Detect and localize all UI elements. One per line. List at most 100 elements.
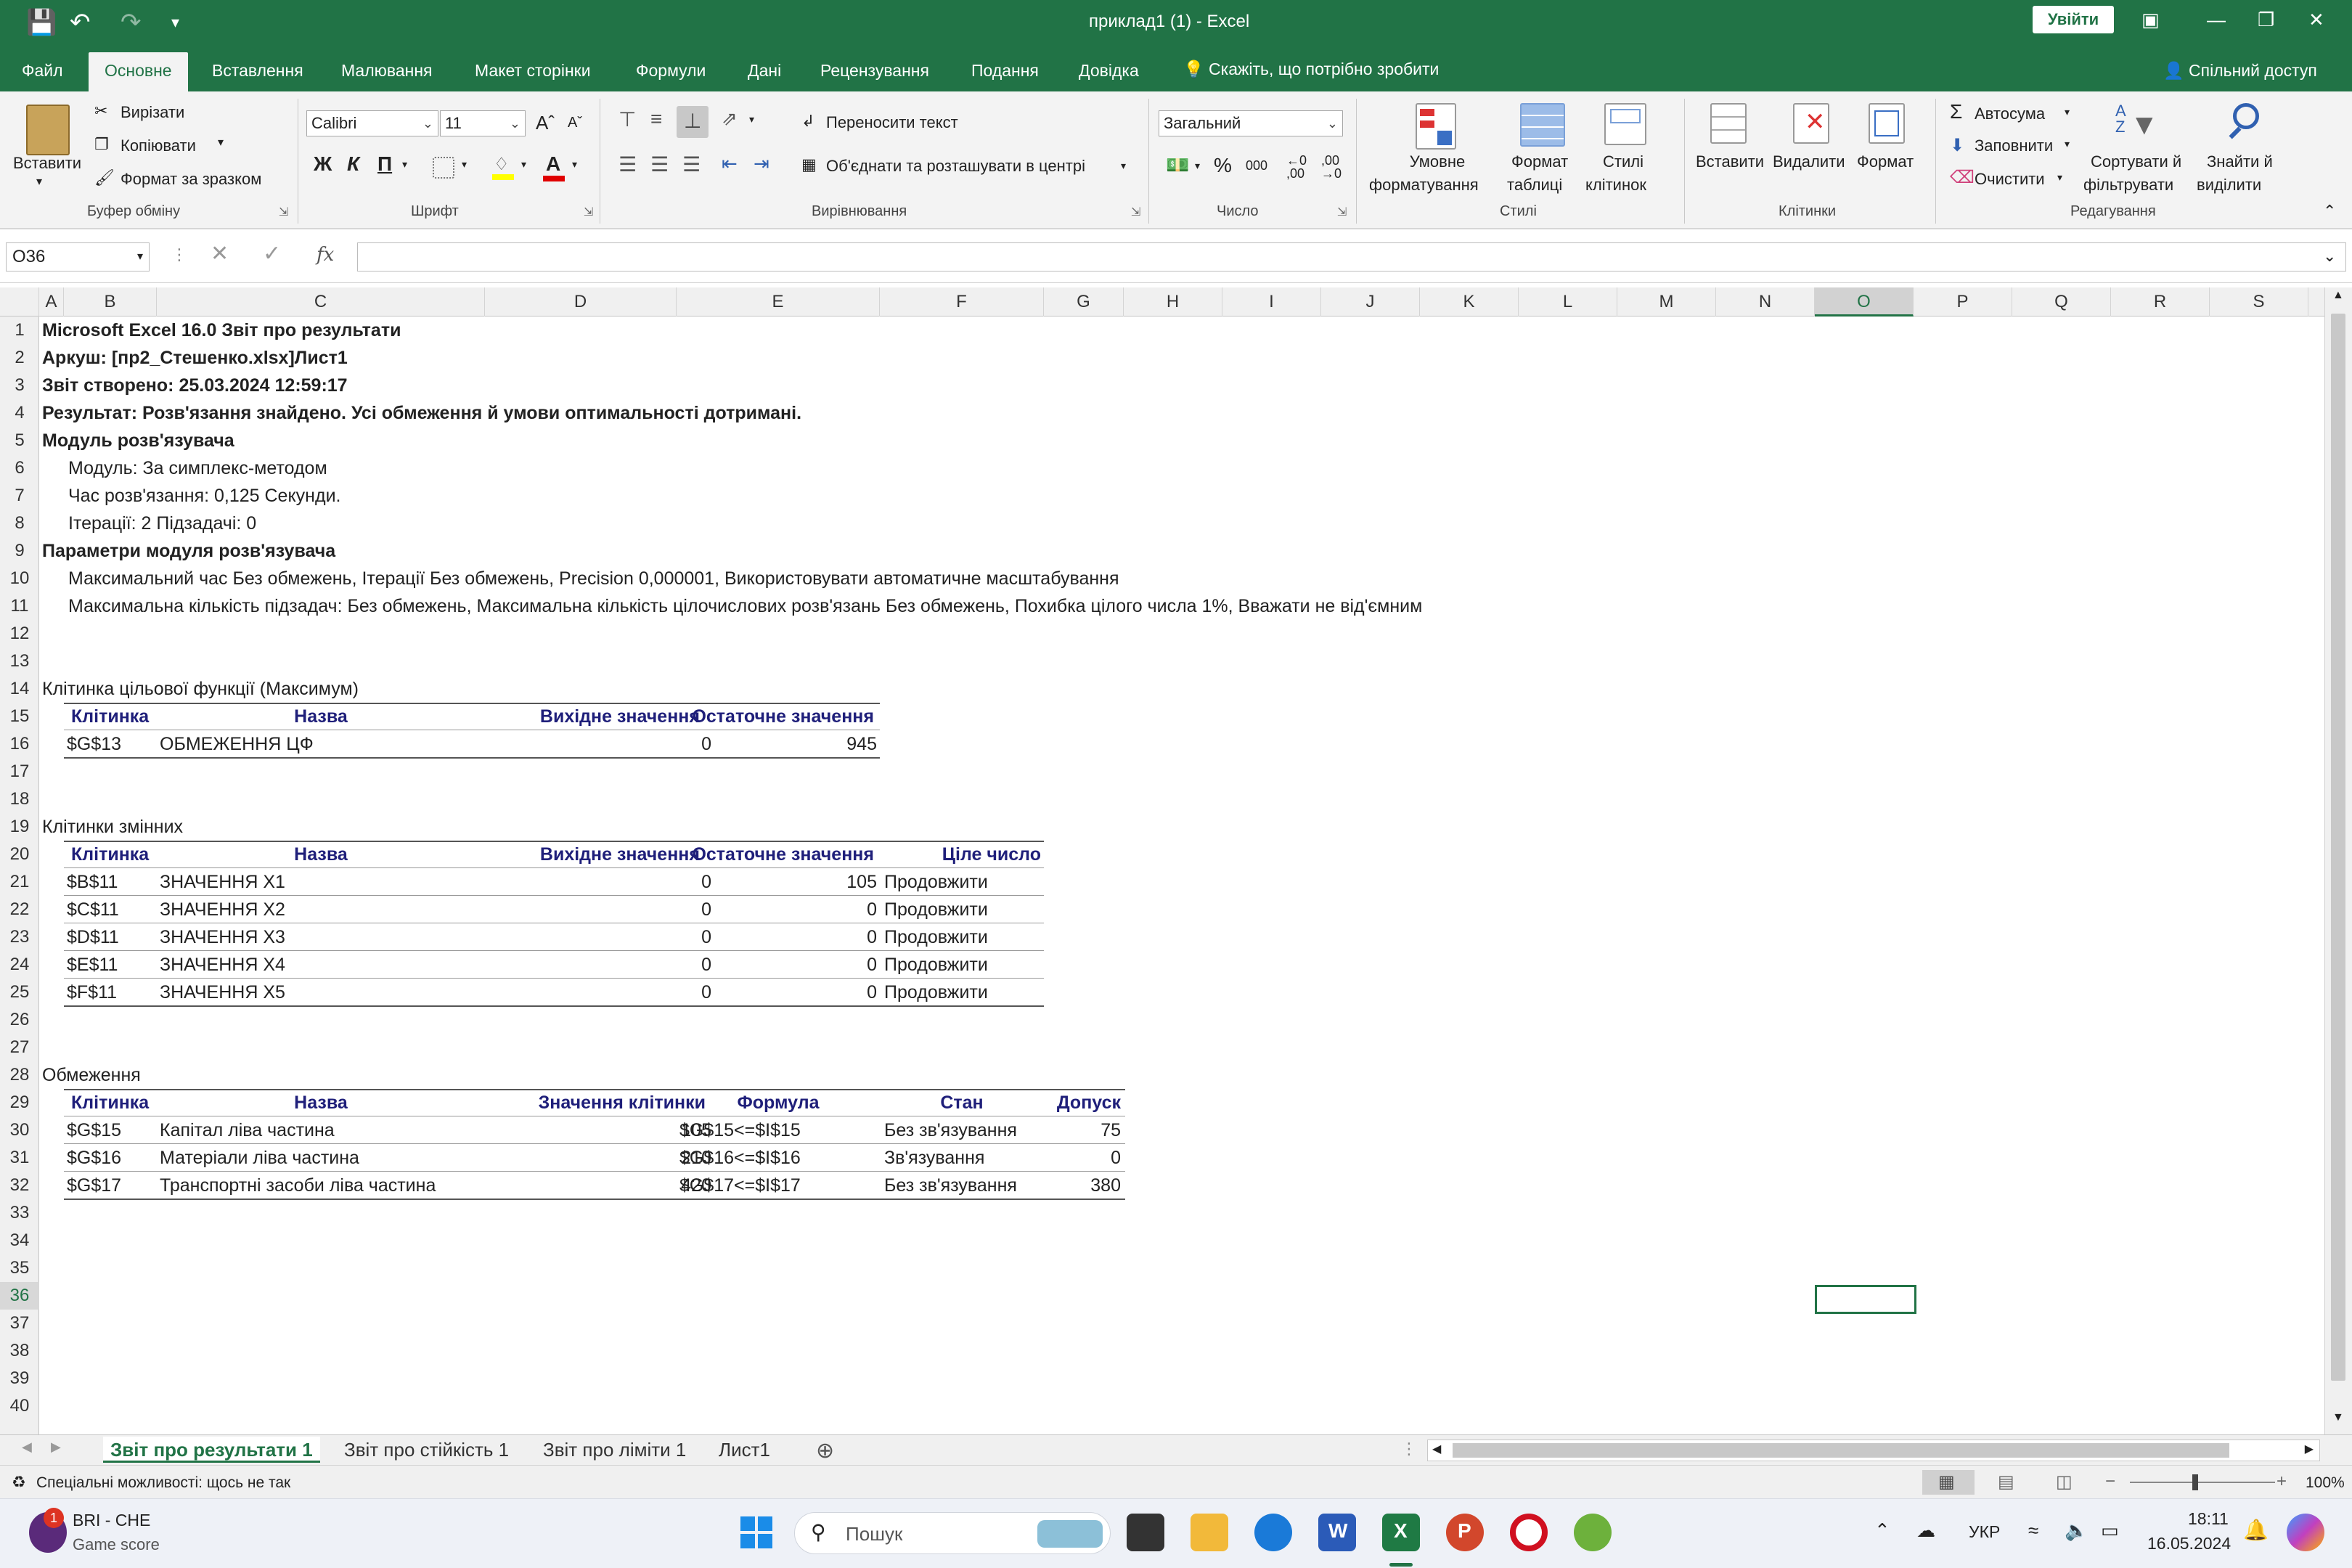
row-header[interactable]: 20 (0, 841, 39, 868)
row-header[interactable]: 3 (0, 372, 39, 399)
close-button[interactable]: ✕ (2308, 9, 2324, 31)
expand-formula-bar-icon[interactable]: ⌄ (2323, 247, 2336, 266)
row-header[interactable]: 9 (0, 537, 39, 565)
row-header[interactable]: 14 (0, 675, 39, 703)
percent-button[interactable]: % (1214, 154, 1232, 177)
undo-icon[interactable]: ↶ (70, 10, 91, 35)
format-as-table-label-1[interactable]: Формат (1511, 152, 1568, 171)
horizontal-scrollbar[interactable]: ◀ ▶ (1427, 1440, 2320, 1461)
paste-dropdown-icon[interactable]: ▾ (36, 174, 42, 189)
normal-view-button[interactable]: ▦ (1922, 1470, 1975, 1495)
sheet-tab-list1[interactable]: Лист1 (711, 1437, 777, 1463)
wrap-text-button[interactable]: Переносити текст (826, 113, 958, 132)
fill-dropdown-icon[interactable]: ▾ (2065, 138, 2070, 150)
paste-icon[interactable] (26, 105, 70, 155)
format-cells-button[interactable]: Формат (1857, 152, 1914, 171)
sort-filter-label-1[interactable]: Сортувати й (2091, 152, 2181, 171)
row-header[interactable]: 30 (0, 1116, 39, 1144)
column-header-h[interactable]: H (1124, 287, 1222, 317)
conditional-formatting-label-2[interactable]: форматування (1369, 176, 1479, 195)
row-header[interactable]: 5 (0, 427, 39, 454)
word-icon[interactable]: W (1318, 1514, 1356, 1551)
insert-cells-icon[interactable] (1710, 103, 1747, 144)
row-header[interactable]: 28 (0, 1061, 39, 1089)
merge-center-button[interactable]: Об'єднати та розташувати в центрі (826, 157, 1085, 176)
column-header-i[interactable]: I (1222, 287, 1321, 317)
clock-date[interactable]: 16.05.2024 (2147, 1534, 2231, 1553)
align-bottom-icon[interactable]: ⊥ (677, 106, 709, 138)
active-cell-selection[interactable] (1815, 1285, 1916, 1314)
thousands-button[interactable]: 000 (1246, 158, 1267, 173)
copy-button[interactable]: Копіювати (121, 136, 196, 155)
tab-formulas[interactable]: Формули (636, 61, 706, 81)
column-header-j[interactable]: J (1321, 287, 1420, 317)
row-header[interactable]: 16 (0, 730, 39, 758)
font-color-icon[interactable]: A (542, 152, 566, 181)
delete-cells-button[interactable]: Видалити (1773, 152, 1845, 171)
split-handle-icon[interactable]: ⋮ (1401, 1440, 1417, 1458)
zoom-slider-thumb[interactable] (2192, 1474, 2198, 1490)
cell-styles-label-2[interactable]: клітинок (1585, 176, 1646, 195)
share-button[interactable]: 👤 Спільний доступ (2163, 61, 2317, 81)
cell-styles-label-1[interactable]: Стилі (1603, 152, 1643, 171)
row-header[interactable]: 26 (0, 1006, 39, 1034)
bold-button[interactable]: Ж (314, 152, 332, 176)
add-sheet-icon[interactable]: ⊕ (816, 1438, 834, 1463)
paste-button[interactable]: Вставити (13, 154, 81, 173)
page-layout-view-icon[interactable]: ▤ (1998, 1471, 2014, 1493)
format-as-table-icon[interactable] (1520, 103, 1565, 147)
underline-dropdown-icon[interactable]: ▾ (402, 158, 407, 171)
row-header[interactable]: 17 (0, 758, 39, 785)
row-header[interactable]: 36 (0, 1282, 39, 1310)
column-header-m[interactable]: M (1617, 287, 1716, 317)
sign-in-button[interactable]: Увійти (2033, 6, 2114, 33)
column-header-l[interactable]: L (1519, 287, 1617, 317)
row-header[interactable]: 31 (0, 1144, 39, 1172)
zoom-slider[interactable] (2130, 1482, 2275, 1483)
sort-filter-icon[interactable]: A Z ▼ (2112, 103, 2159, 147)
customize-toolbar-icon[interactable]: ▾ (171, 10, 179, 35)
insert-function-icon[interactable]: fx (317, 244, 334, 266)
column-header-q[interactable]: Q (2012, 287, 2111, 317)
increase-decimal-icon[interactable]: ←0,00 (1286, 154, 1307, 180)
row-header[interactable]: 10 (0, 565, 39, 592)
number-launcher-icon[interactable]: ⇲ (1337, 205, 1347, 219)
powerpoint-icon[interactable]: P (1446, 1514, 1484, 1551)
next-sheet-icon[interactable]: ▶ (51, 1440, 61, 1455)
taskbar-search[interactable]: ⚲ Пошук (794, 1512, 1111, 1554)
row-header[interactable]: 7 (0, 482, 39, 510)
row-header[interactable]: 18 (0, 785, 39, 813)
collapse-ribbon-icon[interactable]: ⌃ (2323, 202, 2336, 221)
clear-button[interactable]: Очистити (1975, 170, 2045, 189)
row-header[interactable]: 38 (0, 1337, 39, 1365)
tab-view[interactable]: Подання (971, 61, 1039, 81)
scroll-right-icon[interactable]: ▶ (2305, 1442, 2314, 1456)
scroll-up-icon[interactable]: ▲ (2332, 289, 2344, 302)
windows-start-icon[interactable] (738, 1514, 775, 1551)
row-header[interactable]: 37 (0, 1310, 39, 1337)
notifications-bell-icon[interactable]: 🔔 (2243, 1518, 2269, 1542)
row-header[interactable]: 2 (0, 344, 39, 372)
font-launcher-icon[interactable]: ⇲ (584, 205, 593, 219)
align-top-icon[interactable]: ⊤ (618, 107, 636, 131)
excel-taskbar-icon[interactable]: X (1382, 1514, 1420, 1551)
row-header[interactable]: 15 (0, 703, 39, 730)
formula-input[interactable] (357, 242, 2346, 271)
increase-indent-icon[interactable]: ⇥ (754, 152, 769, 175)
orientation-dropdown-icon[interactable]: ▾ (749, 113, 754, 126)
row-header[interactable]: 40 (0, 1392, 39, 1420)
sheet-tab-results-report[interactable]: Звіт про результати 1 (103, 1437, 320, 1463)
select-all-button[interactable] (0, 287, 39, 317)
align-middle-icon[interactable]: ≡ (650, 107, 662, 131)
page-break-view-icon[interactable]: ◫ (2056, 1471, 2073, 1493)
row-header[interactable]: 19 (0, 813, 39, 841)
redo-icon[interactable]: ↷ (121, 10, 142, 35)
scroll-down-icon[interactable]: ▼ (2332, 1411, 2344, 1424)
column-header-n[interactable]: N (1716, 287, 1815, 317)
column-header-g[interactable]: G (1044, 287, 1124, 317)
name-box[interactable]: O36 ▾ (6, 242, 150, 271)
tab-insert[interactable]: Вставлення (212, 61, 303, 81)
ribbon-display-icon[interactable]: ▣ (2141, 9, 2160, 31)
column-header-b[interactable]: B (64, 287, 157, 317)
row-header[interactable]: 33 (0, 1199, 39, 1227)
